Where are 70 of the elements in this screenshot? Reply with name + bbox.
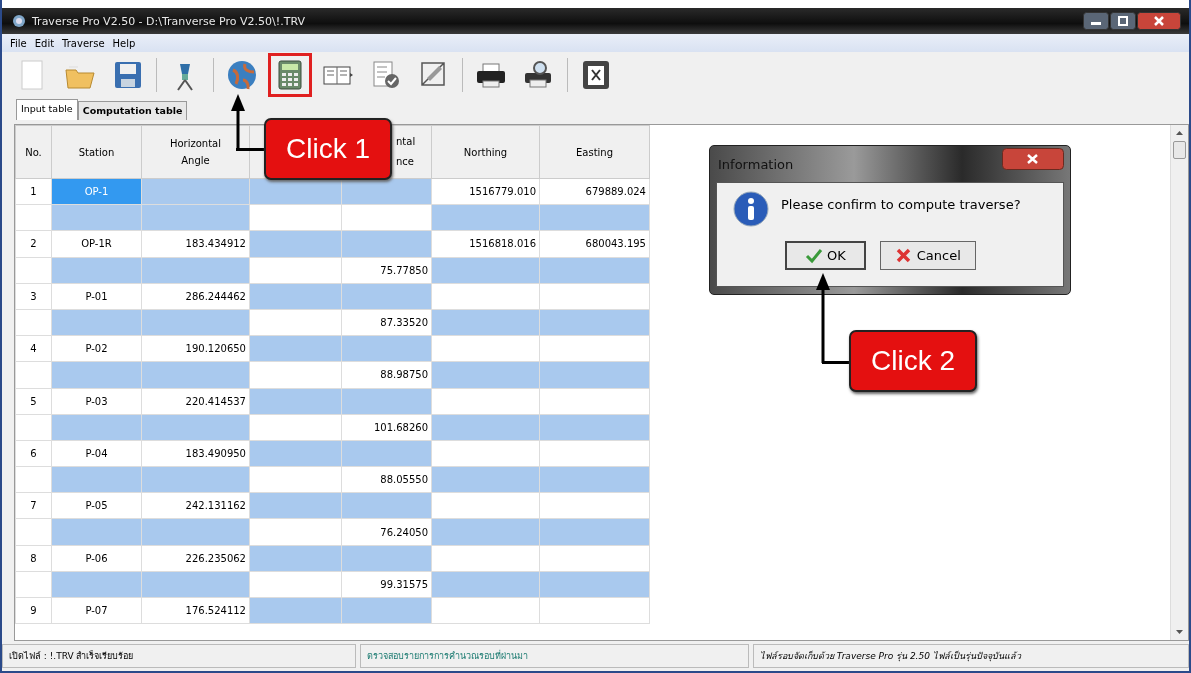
table-cell[interactable]: 1 — [15, 178, 52, 205]
table-cell[interactable]: 9 — [15, 597, 52, 624]
table-cell[interactable]: 2 — [15, 230, 52, 258]
restore-icon[interactable] — [1110, 12, 1136, 30]
status-text: ไฟล์รอบจัดเก็บด้วย Traverse Pro รุ่น 2.50 ไฟล์เป็นรุ่นปัจจุบันแล้ว — [753, 644, 1189, 668]
table-cell[interactable]: 226.235062 — [141, 545, 250, 572]
table-cell[interactable]: 3 — [15, 283, 52, 310]
column-header[interactable]: Easting — [575, 143, 613, 161]
table-cell[interactable]: 88.98750 — [341, 361, 432, 388]
table-cell[interactable]: 183.490950 — [141, 440, 250, 467]
table-cell[interactable]: P-03 — [51, 388, 142, 415]
table-cell[interactable]: P-02 — [51, 335, 142, 362]
column-header[interactable]: No. — [25, 143, 42, 161]
table-cell[interactable]: 101.68260 — [341, 414, 432, 441]
column-header[interactable]: Station — [78, 143, 115, 161]
dialog-message: Please confirm to compute traverse? — [781, 196, 1021, 212]
leader-line — [822, 361, 849, 364]
table-cell[interactable]: 242.131162 — [141, 492, 250, 519]
tab[interactable]: Input table — [16, 99, 78, 120]
table-cell[interactable]: 286.244462 — [141, 283, 250, 310]
table-cell[interactable]: 220.414537 — [141, 388, 250, 415]
status-text: เปิดไฟล์ : !.TRV สำเร็จเรียบร้อย — [2, 644, 356, 668]
table-cell[interactable]: 680043.195 — [539, 230, 650, 258]
info-icon — [733, 191, 769, 227]
table-cell[interactable]: OP-1R — [51, 230, 142, 258]
cancel-button[interactable]: Cancel — [879, 241, 976, 270]
table-cell[interactable]: 7 — [15, 492, 52, 519]
table-cell[interactable]: P-04 — [51, 440, 142, 467]
table-cell[interactable]: 1516779.010 — [431, 178, 540, 205]
cross-icon — [894, 247, 913, 264]
column-header[interactable]: Northing — [463, 143, 508, 161]
callout: Click 1 — [264, 118, 392, 180]
minimize-icon[interactable] — [1083, 12, 1109, 30]
table-cell[interactable]: 6 — [15, 440, 52, 467]
menu-item[interactable]: Edit — [34, 37, 55, 49]
menu-item[interactable]: Help — [112, 37, 136, 49]
dialog-title: Information — [717, 156, 794, 172]
scroll-thumb[interactable] — [1173, 141, 1186, 159]
table-cell[interactable]: P-07 — [51, 597, 142, 624]
close-icon[interactable] — [1002, 148, 1064, 170]
arrow — [230, 94, 246, 150]
close-icon[interactable] — [1137, 12, 1181, 30]
calculator-icon[interactable] — [268, 53, 312, 97]
table-cell[interactable]: 76.24050 — [341, 518, 432, 546]
checkmark-icon — [805, 247, 823, 264]
column-header[interactable]: ntal nce — [396, 132, 424, 172]
ok-button[interactable]: OK — [785, 241, 866, 270]
table-cell[interactable]: 8 — [15, 545, 52, 572]
window-title: Traverse Pro V2.50 - D:\Tranverse Pro V2.50\!.TRV — [32, 14, 305, 28]
table-cell[interactable]: P-01 — [51, 283, 142, 310]
menu-item[interactable]: File — [10, 37, 27, 49]
scroll-bar[interactable] — [1170, 125, 1188, 640]
table-cell[interactable]: 88.05550 — [341, 466, 432, 493]
status-text: ตรวจสอบรายการการคำนวณรอบที่ผ่านมา — [360, 644, 749, 668]
table-cell[interactable]: 679889.024 — [539, 178, 650, 205]
table-cell[interactable]: 99.31575 — [341, 571, 432, 598]
table-cell[interactable]: 176.524112 — [141, 597, 250, 624]
menu-item[interactable]: Traverse — [62, 37, 105, 49]
table-cell[interactable]: 1516818.016 — [431, 230, 540, 258]
table-cell[interactable]: 75.77850 — [341, 257, 432, 284]
table-cell[interactable]: P-05 — [51, 492, 142, 519]
table-cell[interactable]: 87.33520 — [341, 309, 432, 336]
table-cell[interactable]: 190.120650 — [141, 335, 250, 362]
table-cell[interactable]: 4 — [15, 335, 52, 362]
table-cell[interactable]: 183.434912 — [141, 230, 250, 258]
tab[interactable]: Computation table — [77, 101, 188, 120]
table-cell[interactable]: 5 — [15, 388, 52, 415]
app-icon — [12, 14, 26, 28]
table-cell[interactable]: P-06 — [51, 545, 142, 572]
callout: Click 2 — [849, 330, 977, 392]
